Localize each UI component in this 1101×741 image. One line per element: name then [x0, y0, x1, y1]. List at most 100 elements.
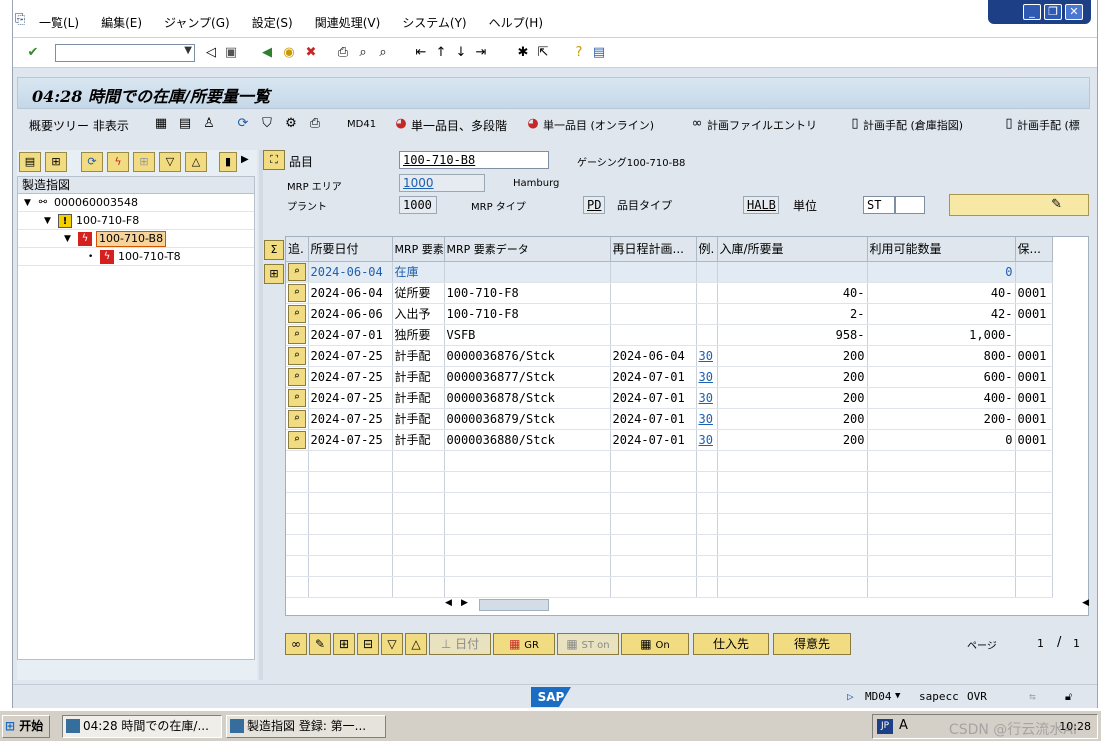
scroll-right-icon[interactable]: ▶ — [461, 598, 468, 608]
table-row[interactable]: ⌕ 2024-06-06 入出予 100-710-F8 2- 42- 0001 — [286, 303, 1053, 325]
table-row[interactable]: ⌕ 2024-06-04 従所要 100-710-F8 40- 40- 0001 — [286, 282, 1053, 304]
detail-magnifier-icon[interactable]: ⌕ — [287, 389, 306, 407]
hierarchy-down-icon[interactable]: ⊟ — [357, 633, 379, 655]
table-row[interactable]: ⌕ 2024-06-04 在庫 0 — [286, 261, 1053, 283]
col-header-exception[interactable]: 例. — [696, 237, 718, 262]
detail-magnifier-icon[interactable]: ⌕ — [287, 347, 306, 365]
print-list-icon[interactable]: ⎙ — [307, 116, 323, 132]
chevron-down-icon[interactable]: ▼ — [184, 45, 192, 56]
gr-button[interactable]: ▦ GR — [493, 633, 555, 655]
tree-collapse-icon[interactable]: △ — [185, 152, 207, 172]
planned-order-std-button[interactable]: 計画手配 (標 — [1017, 117, 1080, 133]
page-icon[interactable]: ▯ — [847, 116, 863, 132]
menu-help[interactable]: ヘルプ(H) — [489, 14, 543, 31]
command-field[interactable]: ▼ — [55, 44, 195, 62]
single-item-online-button[interactable]: 単一品目 (オンライン) — [543, 117, 654, 133]
exception-cell[interactable]: 30 — [696, 408, 718, 430]
table-row[interactable]: ⌕ 2024-07-01 独所要 VSFB 958- 1,000- — [286, 324, 1053, 346]
insert-mode[interactable]: OVR — [967, 690, 987, 703]
table-row[interactable]: ⌕ 2024-07-25 計手配 0000036880/Stck 2024-07-01 3… — [286, 429, 1053, 451]
next-page-icon[interactable]: ↓ — [453, 45, 469, 61]
table-row[interactable]: ⌕ 2024-07-25 計手配 0000036877/Stck 2024-07-01 3… — [286, 366, 1053, 388]
tree-more-icon[interactable]: ▮ — [219, 152, 237, 172]
tree-scroll-right-icon[interactable]: ▶ — [241, 154, 249, 165]
detail-magnifier-icon[interactable]: ⌕ — [287, 263, 306, 281]
menu-goto[interactable]: ジャンプ(G) — [164, 14, 230, 31]
window-menu-icon[interactable]: ⎘ — [15, 12, 25, 27]
prev-page-icon[interactable]: ↑ — [433, 45, 449, 61]
tree-refresh-icon[interactable]: ⟳ — [81, 152, 103, 172]
vendor-button[interactable]: 仕入先 — [693, 633, 769, 655]
filter-icon[interactable]: ⛉ — [259, 116, 275, 132]
tree-node-selected[interactable]: ▼ ϟ 100-710-B8 — [18, 230, 254, 248]
detail-magnifier-icon[interactable]: ⌕ — [287, 284, 306, 302]
close-button[interactable]: ✕ — [1065, 4, 1083, 20]
first-page-icon[interactable]: ⇤ — [413, 45, 429, 61]
header-folder-icon[interactable]: ⛶ — [263, 150, 285, 170]
tcode-dropdown-icon[interactable]: ▼ — [895, 691, 900, 701]
new-session-icon[interactable]: ✱ — [515, 45, 531, 61]
print-icon[interactable]: ⎙ — [335, 45, 351, 61]
settings-icon[interactable]: ⚙ — [283, 116, 299, 132]
menu-settings[interactable]: 設定(S) — [252, 14, 293, 31]
detail-magnifier-icon[interactable]: ⌕ — [287, 326, 306, 344]
unit-extra-field[interactable] — [895, 196, 925, 214]
restore-button[interactable]: ❐ — [1044, 4, 1062, 20]
material-type-field[interactable]: HALB — [743, 196, 779, 214]
collapse-left-icon[interactable]: ◁ — [203, 45, 219, 61]
find-icon[interactable]: ⌕ — [355, 45, 371, 61]
last-page-icon[interactable]: ⇥ — [473, 45, 489, 61]
col-header-reschedule[interactable]: 再日程計画... — [610, 237, 697, 262]
tree-toggle-icon[interactable]: ▼ — [64, 230, 71, 248]
task-item-production-order[interactable]: 製造指図 登録: 第一... — [226, 715, 386, 738]
col-header-date[interactable]: 所要日付 — [308, 237, 393, 262]
help-icon[interactable]: ? — [571, 45, 587, 61]
tree-structure-icon[interactable]: ⊞ — [45, 152, 67, 172]
glasses-icon[interactable]: ∞ — [689, 116, 705, 132]
mrp-online-icon[interactable]: ◕ — [525, 116, 541, 132]
horizontal-scrollbar[interactable]: ◀ ▶ ◀ — [443, 598, 1089, 612]
page-icon-2[interactable]: ▯ — [1001, 116, 1017, 132]
refresh-icon[interactable]: ⟳ — [235, 116, 251, 132]
tree-expand-icon[interactable]: ▽ — [159, 152, 181, 172]
cancel-icon[interactable]: ✖ — [303, 45, 319, 61]
sum-icon[interactable]: Σ — [264, 240, 284, 260]
on-button[interactable]: ▦ On — [621, 633, 689, 655]
person-icon[interactable]: ♙ — [201, 116, 217, 132]
expand-icon[interactable]: ▽ — [381, 633, 403, 655]
exception-cell[interactable]: 30 — [696, 345, 718, 367]
start-button[interactable]: ⊞ 开始 — [2, 715, 50, 738]
customer-button[interactable]: 得意先 — [773, 633, 851, 655]
ime-indicator[interactable]: JP — [877, 719, 893, 734]
detail-magnifier-icon[interactable]: ⌕ — [287, 431, 306, 449]
exit-icon[interactable]: ◉ — [281, 45, 297, 61]
tree-printer-icon[interactable]: ▤ — [19, 152, 41, 172]
single-item-multi-level-button[interactable]: 単一品目、多段階 — [411, 117, 507, 134]
find-next-icon[interactable]: ⌕ — [375, 45, 391, 61]
task-item-mrp-list[interactable]: 04:28 時間での在庫/... — [62, 715, 222, 738]
enter-icon[interactable]: ✔ — [25, 45, 41, 61]
menu-list[interactable]: 一覧(L) — [39, 14, 79, 31]
menu-edit[interactable]: 編集(E) — [101, 14, 142, 31]
menu-environment[interactable]: 関連処理(V) — [315, 14, 381, 31]
table-row[interactable]: ⌕ 2024-07-25 計手配 0000036878/Stck 2024-07-01 3… — [286, 387, 1053, 409]
col-header-rec-req-qty[interactable]: 入庫/所要量 — [717, 237, 868, 262]
layout-icon[interactable]: ▤ — [591, 45, 607, 61]
menu-system[interactable]: システム(Y) — [402, 14, 466, 31]
planning-file-entry-button[interactable]: 計画ファイルエントリ — [707, 117, 817, 133]
tree-toggle-icon[interactable]: ▼ — [44, 212, 51, 230]
minimize-button[interactable]: _ — [1023, 4, 1041, 20]
table-row[interactable]: ⌕ 2024-07-25 計手配 0000036879/Stck 2024-07-01 3… — [286, 408, 1053, 430]
tree-node[interactable]: ▼ ! 100-710-F8 — [18, 212, 254, 230]
col-header-storage-loc[interactable]: 保... — [1015, 237, 1053, 262]
col-header-add[interactable]: 追. — [286, 237, 309, 262]
detail-magnifier-icon[interactable]: ⌕ — [287, 368, 306, 386]
detail-magnifier-icon[interactable]: ⌕ — [287, 410, 306, 428]
save-icon[interactable]: ▣ — [223, 45, 239, 61]
collapse-icon[interactable]: △ — [405, 633, 427, 655]
scroll-end-icon[interactable]: ◀ — [1082, 598, 1089, 608]
tree-exception-icon[interactable]: ϟ — [107, 152, 129, 172]
col-header-available-qty[interactable]: 利用可能数量 — [867, 237, 1016, 262]
table-row[interactable]: ⌕ 2024-07-25 計手配 0000036876/Stck 2024-06-04 3… — [286, 345, 1053, 367]
back-icon[interactable]: ◀ — [259, 45, 275, 61]
